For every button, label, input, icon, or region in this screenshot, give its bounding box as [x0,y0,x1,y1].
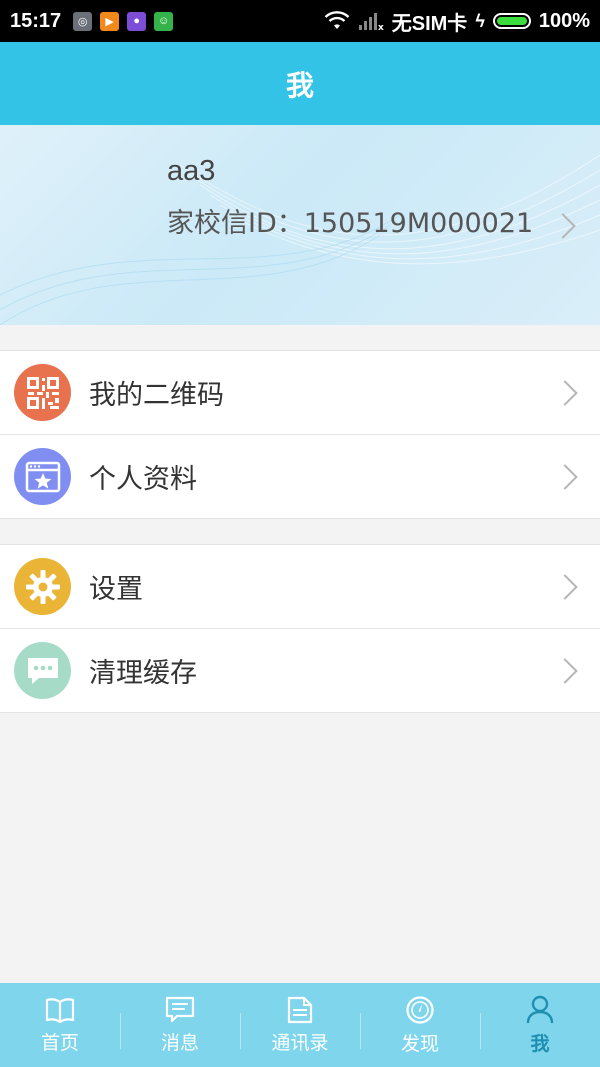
profile-card[interactable]: aa3 家校信ID：150519M000021 [0,125,600,325]
nav-messages[interactable]: 消息 [120,983,240,1067]
menu-item-label: 清理缓存 [89,658,197,689]
message-icon [165,996,195,1022]
menu-item-label: 设置 [89,574,143,605]
bottom-nav: 首页 消息 通讯录 发现 我 [0,983,600,1067]
compass-icon [406,995,434,1024]
menu-item-clear-cache[interactable]: 清理缓存 [0,628,600,712]
menu-item-profile-info[interactable]: 个人资料 [0,434,600,518]
carrier-status: 无SIM卡 [391,12,468,35]
chevron-right-icon [552,464,578,490]
battery-percent: 100% [538,9,590,32]
nav-label: 通讯录 [271,1031,329,1054]
nav-me[interactable]: 我 [480,983,600,1067]
menu-item-label: 个人资料 [89,464,197,495]
wifi-icon [324,11,350,29]
charging-icon: ϟ [475,10,485,31]
menu-group-1: 我的二维码 个人资料 [0,350,600,519]
nav-label: 我 [530,1032,550,1055]
page-title: 我 [285,68,314,102]
nav-label: 发现 [400,1032,439,1055]
app-notification-icon: ◎ [73,11,93,31]
profile-name: aa3 [167,155,216,187]
chevron-right-icon [552,380,578,406]
menu-item-settings[interactable]: 设置 [0,545,600,628]
notification-icons: ◎ ▶ ● ☺ [73,11,174,31]
person-icon [526,995,554,1023]
status-bar: 15:17 ◎ ▶ ● ☺ x 无SIM卡 ϟ 100% [0,0,600,42]
nav-label: 首页 [40,1031,79,1054]
gear-icon [14,558,71,615]
title-bar: 我 [0,42,600,125]
profile-id: 家校信ID：150519M000021 [167,208,534,239]
signal-icon: x [358,13,384,31]
video-app-icon: ▶ [100,11,120,31]
menu-item-label: 我的二维码 [89,380,224,411]
book-icon [45,997,75,1023]
profile-card-icon [14,448,71,505]
nav-discover[interactable]: 发现 [360,983,480,1067]
menu-group-2: 设置 清理缓存 [0,544,600,713]
chevron-right-icon [552,658,578,684]
nav-label: 消息 [160,1031,199,1054]
chevron-right-icon [552,574,578,600]
status-time: 15:17 [10,9,62,32]
battery-icon [492,13,531,29]
app-notification-icon: ● [127,11,147,31]
nav-contacts[interactable]: 通讯录 [240,983,360,1067]
menu-item-qr-code[interactable]: 我的二维码 [0,351,600,434]
nav-home[interactable]: 首页 [0,983,120,1067]
android-app-icon: ☺ [154,11,174,31]
contacts-icon [287,996,313,1023]
svg-text:x: x [378,23,384,31]
chat-bubble-icon [14,642,71,699]
qr-code-icon [14,364,71,421]
